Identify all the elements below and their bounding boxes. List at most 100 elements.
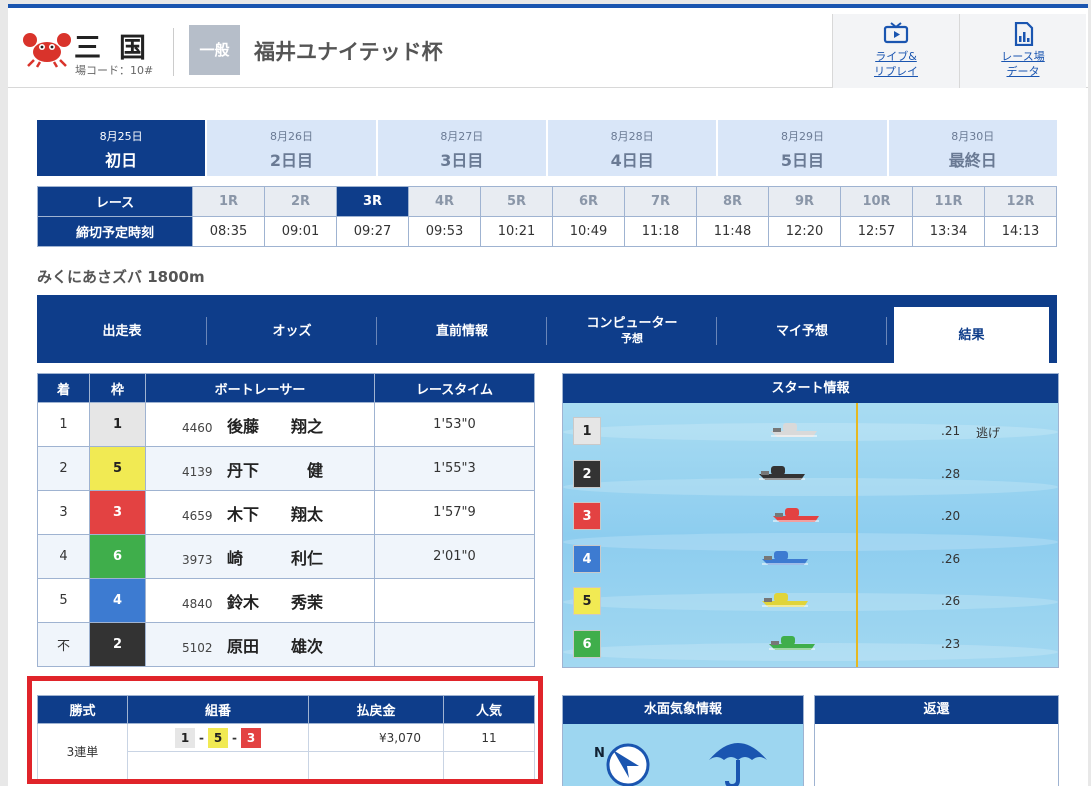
umbrella-icon xyxy=(709,743,767,786)
day-label: 初日 xyxy=(105,151,138,170)
lane-number: 1 xyxy=(573,417,601,445)
tab-label: 出走表 xyxy=(102,323,142,339)
tab-label: 直前情報 xyxy=(435,323,488,339)
lane-number: 3 xyxy=(573,502,601,530)
tab-computer-prediction[interactable]: コンピューター 予想 xyxy=(547,307,717,355)
day-label: 3日目 xyxy=(440,151,484,170)
racer-name[interactable]: 崎 利仁 xyxy=(227,545,339,569)
race-tab-8r[interactable]: 8R xyxy=(696,186,769,217)
deadline-time: 09:27 xyxy=(336,216,409,247)
grade-badge: 一般 xyxy=(189,25,240,75)
racer-reg-number: 5102 xyxy=(182,640,213,655)
deadline-time: 10:49 xyxy=(552,216,625,247)
place: 5 xyxy=(37,578,90,623)
tab-label: マイ予想 xyxy=(775,323,828,339)
tab-label: オッズ xyxy=(272,323,312,339)
day-tab-2[interactable]: 8月26日 2日目 xyxy=(207,120,376,176)
racer-name[interactable]: 丹下 健 xyxy=(227,457,339,481)
frame-number: 1 xyxy=(90,403,145,446)
table-row: 4 6 3973 崎 利仁 2'01"0 xyxy=(37,534,535,579)
course-title: みくにあさズバ 1800m xyxy=(37,268,205,286)
race-tab-1r[interactable]: 1R xyxy=(192,186,265,217)
start-info-title: スタート情報 xyxy=(563,374,1058,403)
day-label: 4日目 xyxy=(610,151,654,170)
wind-direction-label: N xyxy=(594,746,605,761)
deadline-time: 12:57 xyxy=(840,216,913,247)
day-date: 8月29日 xyxy=(780,130,824,143)
race-time xyxy=(374,622,535,667)
race-tab-2r[interactable]: 2R xyxy=(264,186,337,217)
live-replay-link[interactable]: ライブ& リプレイ xyxy=(832,14,959,88)
racer-reg-number: 4840 xyxy=(182,596,213,611)
race-tab-11r[interactable]: 11R xyxy=(912,186,985,217)
racer-reg-number: 4460 xyxy=(182,420,213,435)
boat-icon xyxy=(773,508,819,522)
day-date: 8月27日 xyxy=(440,130,484,143)
day-date: 8月25日 xyxy=(99,130,143,143)
day-date: 8月30日 xyxy=(951,130,995,143)
tab-odds[interactable]: オッズ xyxy=(207,307,377,355)
page-header: 三国 場コード：10# 一般 福井ユナイテッド杯 ライブ& リプレイ レース場 デー… xyxy=(8,8,1088,88)
table-row: 2 5 4139 丹下 健 1'55"3 xyxy=(37,446,535,491)
place: 1 xyxy=(37,402,90,447)
race-tab-4r[interactable]: 4R xyxy=(408,186,481,217)
day-tab-4[interactable]: 8月28日 4日目 xyxy=(547,120,717,176)
document-chart-icon xyxy=(1014,22,1034,46)
data-link-line2: データ xyxy=(1006,65,1040,78)
tab-results[interactable]: 結果 xyxy=(894,307,1049,363)
race-info-nav: 出走表 オッズ 直前情報 コンピューター 予想 マイ予想 結果 xyxy=(37,295,1057,363)
boat-icon xyxy=(771,423,817,437)
day-tab-1[interactable]: 8月25日初日 xyxy=(37,120,206,176)
tab-pre-race-info[interactable]: 直前情報 xyxy=(377,307,547,355)
race-header: レース xyxy=(37,186,193,217)
lane-number: 2 xyxy=(573,459,601,488)
stadium-data-link[interactable]: レース場 データ xyxy=(959,14,1086,88)
boat-icon xyxy=(762,550,808,565)
race-time: 2'01"0 xyxy=(374,534,535,579)
racer-name[interactable]: 後藤 翔之 xyxy=(227,413,339,437)
winning-technique: 逃げ xyxy=(976,426,1001,440)
tab-my-prediction[interactable]: マイ予想 xyxy=(717,307,887,355)
day-tab-3[interactable]: 8月27日 3日目 xyxy=(377,120,546,176)
tab-label: 結果 xyxy=(958,327,985,343)
race-title: 福井ユナイテッド杯 xyxy=(254,40,443,64)
start-timing: .26 xyxy=(941,594,961,608)
lane-number: 4 xyxy=(573,544,601,573)
race-tab-3r[interactable]: 3R xyxy=(336,186,409,217)
refund-title: 返還 xyxy=(815,696,1058,724)
racer-name[interactable]: 木下 翔太 xyxy=(227,501,339,525)
deadline-time: 14:13 xyxy=(984,216,1057,247)
highlight-box xyxy=(27,676,543,784)
live-link-line2: リプレイ xyxy=(874,65,918,78)
page-frame: 三国 場コード：10# 一般 福井ユナイテッド杯 ライブ& リプレイ レース場 デー… xyxy=(8,4,1088,786)
day-tab-5[interactable]: 8月29日 5日目 xyxy=(718,120,887,176)
race-tab-9r[interactable]: 9R xyxy=(768,186,841,217)
day-date: 8月28日 xyxy=(610,130,654,143)
boat-icon xyxy=(759,465,805,480)
race-tab-7r[interactable]: 7R xyxy=(624,186,697,217)
lane-number: 5 xyxy=(573,587,601,615)
place: 不 xyxy=(37,622,90,667)
race-tab-6r[interactable]: 6R xyxy=(552,186,625,217)
col-race-time: レースタイム xyxy=(374,373,535,403)
venue-name: 三国 xyxy=(74,33,164,64)
race-schedule-table: レース 1R 2R 3R 4R 5R 6R 7R 8R 9R 10R 11R 1… xyxy=(37,186,1057,247)
race-tab-10r[interactable]: 10R xyxy=(840,186,913,217)
day-tab-6[interactable]: 8月30日 最終日 xyxy=(888,120,1057,176)
place: 3 xyxy=(37,490,90,535)
deadline-time: 11:18 xyxy=(624,216,697,247)
frame-number: 4 xyxy=(90,579,145,622)
table-row: 3 3 4659 木下 翔太 1'57"9 xyxy=(37,490,535,535)
deadline-time: 08:35 xyxy=(192,216,265,247)
racer-name[interactable]: 原田 雄次 xyxy=(227,633,339,657)
racer-name[interactable]: 鈴木 秀茉 xyxy=(227,589,339,613)
tab-entry-list[interactable]: 出走表 xyxy=(37,307,207,355)
start-timing: .20 xyxy=(941,509,961,523)
start-line xyxy=(856,403,858,667)
frame-number: 2 xyxy=(90,623,145,666)
wind-compass-icon xyxy=(606,743,650,786)
day-label: 2日目 xyxy=(269,151,314,170)
race-tab-12r[interactable]: 12R xyxy=(984,186,1057,217)
race-time: 1'55"3 xyxy=(374,446,535,491)
race-tab-5r[interactable]: 5R xyxy=(480,186,553,217)
